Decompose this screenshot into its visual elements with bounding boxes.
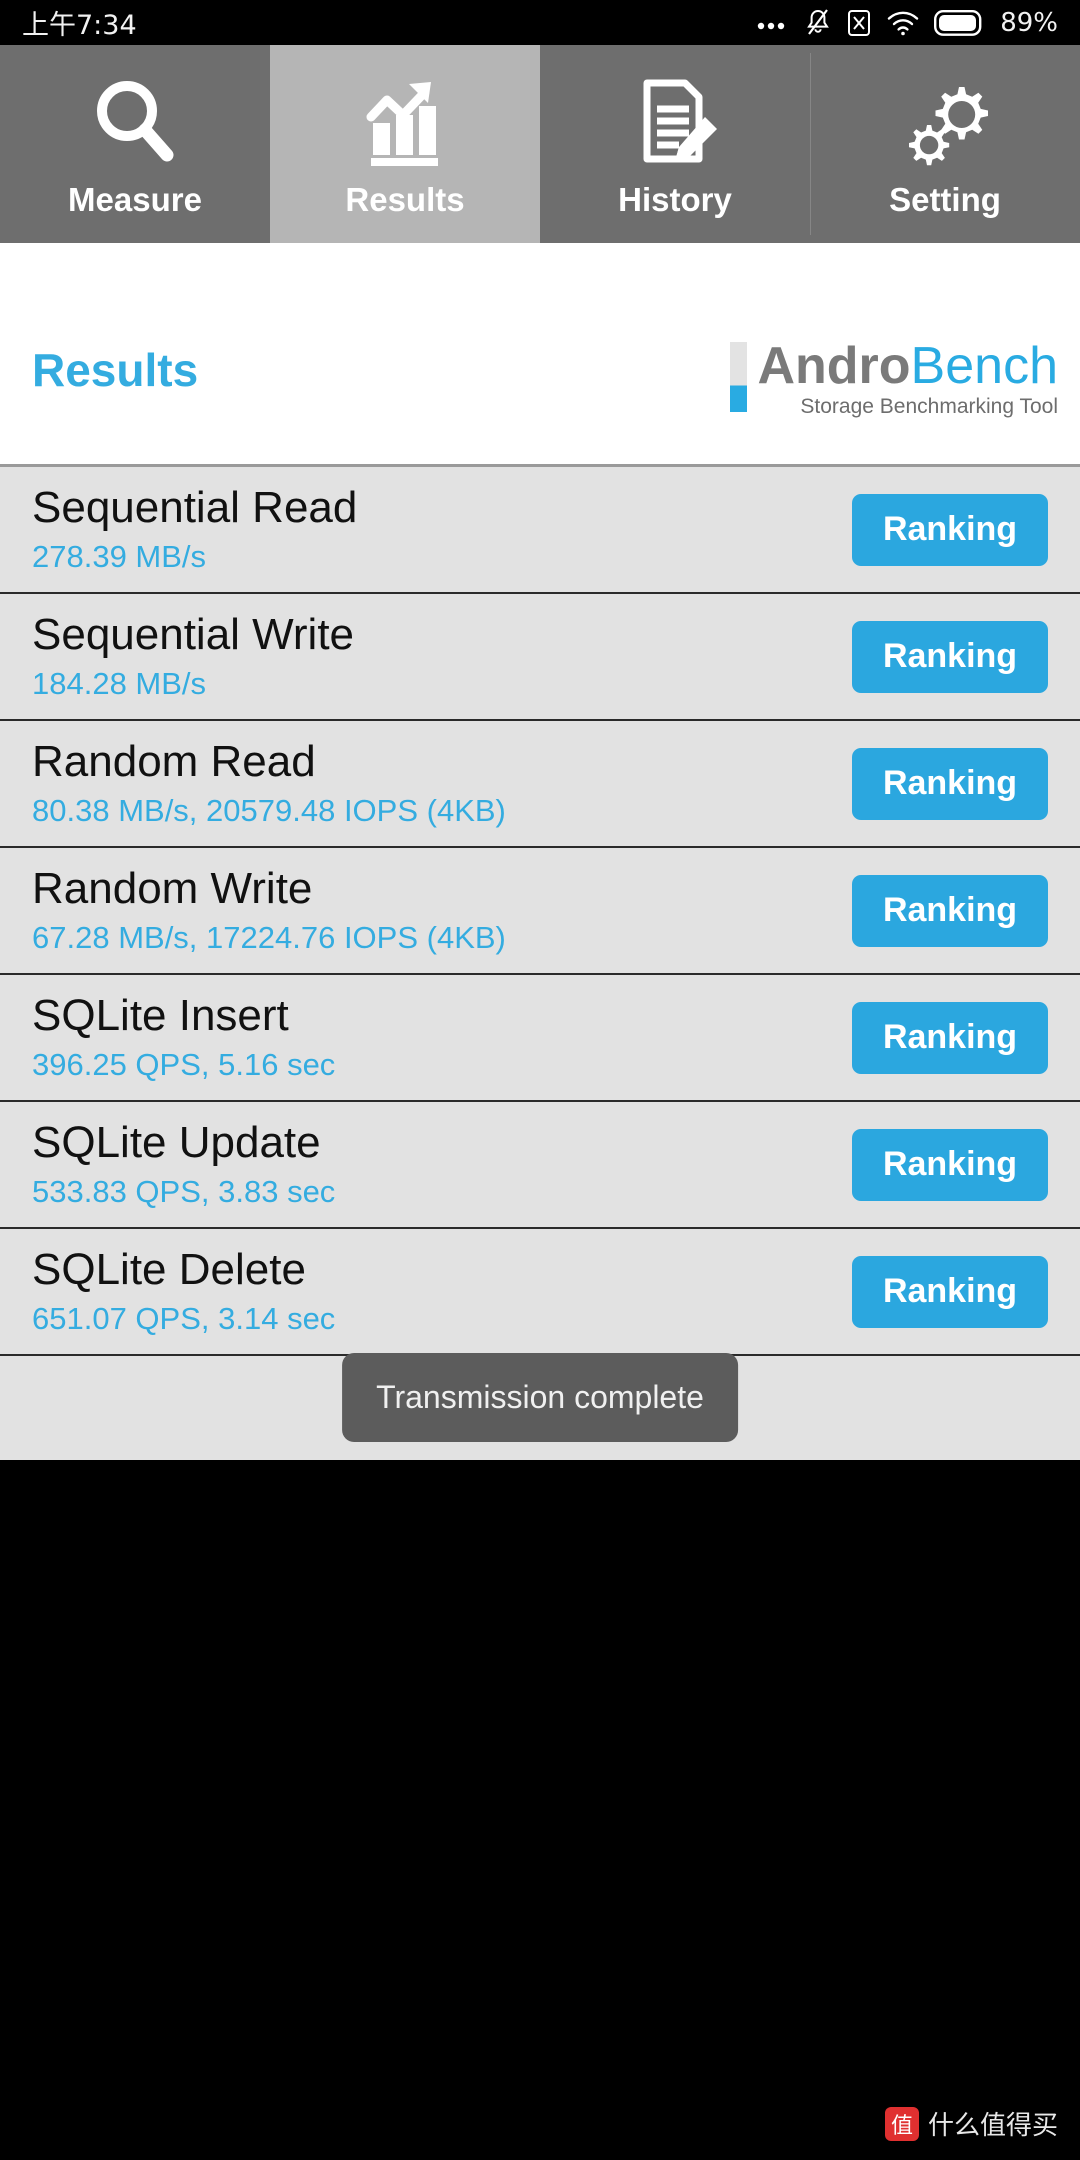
results-list: Sequential Read 278.39 MB/s Ranking Sequ… <box>0 467 1080 1460</box>
page-header: Results AndroBench Storage Benchmarking … <box>0 243 1080 467</box>
bar-chart-arrow-icon <box>357 71 453 171</box>
result-name: Random Read <box>32 736 316 786</box>
ranking-button[interactable]: Ranking <box>852 620 1048 693</box>
result-value: 80.38 MB/s, 20579.48 IOPS (4KB) <box>32 792 506 828</box>
result-text: Random Write 67.28 MB/s, 17224.76 IOPS (… <box>32 863 506 959</box>
logo-wordmark: AndroBench <box>757 339 1058 393</box>
result-text: SQLite Insert 396.25 QPS, 5.16 sec <box>32 990 335 1086</box>
table-row[interactable]: Random Write 67.28 MB/s, 17224.76 IOPS (… <box>0 848 1080 975</box>
tab-measure[interactable]: Measure <box>0 45 270 243</box>
result-value: 533.83 QPS, 3.83 sec <box>32 1173 336 1209</box>
status-icons: 89% <box>756 8 1058 38</box>
logo-primary: Andro <box>757 337 911 395</box>
table-row[interactable]: Sequential Write 184.28 MB/s Ranking <box>0 594 1080 721</box>
watermark: 值 什么值得买 <box>884 2105 1058 2142</box>
tab-bar: Measure Results History Setting <box>0 45 1080 243</box>
ranking-button[interactable]: Ranking <box>852 493 1048 566</box>
ranking-button[interactable]: Ranking <box>852 747 1048 820</box>
document-pencil-icon <box>627 71 723 171</box>
result-text: Sequential Write 184.28 MB/s <box>32 609 354 705</box>
tab-setting[interactable]: Setting <box>810 45 1080 243</box>
tab-history-label: History <box>618 181 732 218</box>
wifi-icon <box>886 9 920 37</box>
logo-secondary: Bench <box>910 337 1058 395</box>
result-value: 184.28 MB/s <box>32 665 207 701</box>
result-value: 67.28 MB/s, 17224.76 IOPS (4KB) <box>32 919 506 955</box>
table-row[interactable]: SQLite Delete 651.07 QPS, 3.14 sec Ranki… <box>0 1229 1080 1356</box>
watermark-text: 什么值得买 <box>927 2111 1058 2141</box>
result-name: Random Write <box>32 863 313 913</box>
table-row[interactable]: Random Read 80.38 MB/s, 20579.48 IOPS (4… <box>0 721 1080 848</box>
battery-percent: 89% <box>1000 7 1058 38</box>
gears-icon <box>897 71 993 171</box>
watermark-badge-icon: 值 <box>884 2106 919 2141</box>
result-text: SQLite Update 533.83 QPS, 3.83 sec <box>32 1117 335 1213</box>
tab-history[interactable]: History <box>540 45 810 243</box>
result-name: SQLite Delete <box>32 1244 306 1294</box>
logo-bar-icon <box>730 342 748 412</box>
toast-message: Transmission complete <box>342 1353 738 1442</box>
more-dots-icon <box>756 13 790 33</box>
result-text: Sequential Read 278.39 MB/s <box>32 482 357 578</box>
table-row[interactable]: SQLite Insert 396.25 QPS, 5.16 sec Ranki… <box>0 975 1080 1102</box>
status-bar: 上午7:34 89% <box>0 0 1080 45</box>
table-row[interactable]: Sequential Read 278.39 MB/s Ranking <box>0 467 1080 594</box>
logo-tagline: Storage Benchmarking Tool <box>800 395 1058 418</box>
result-value: 651.07 QPS, 3.14 sec <box>32 1300 336 1336</box>
tab-results[interactable]: Results <box>270 45 540 243</box>
result-text: Random Read 80.38 MB/s, 20579.48 IOPS (4… <box>32 736 506 832</box>
bell-muted-icon <box>804 8 832 38</box>
result-text: SQLite Delete 651.07 QPS, 3.14 sec <box>32 1244 335 1340</box>
logo-text: AndroBench Storage Benchmarking Tool <box>757 339 1058 419</box>
ranking-button[interactable]: Ranking <box>852 874 1048 947</box>
result-name: SQLite Update <box>32 1117 321 1167</box>
app-screen: 上午7:34 89% Measure Results History Setti… <box>0 0 1080 2160</box>
result-name: Sequential Read <box>32 482 358 532</box>
tab-setting-label: Setting <box>889 181 1001 218</box>
bottom-bar: 值 什么值得买 <box>0 1460 1080 2160</box>
ranking-button[interactable]: Ranking <box>852 1255 1048 1328</box>
tab-measure-label: Measure <box>68 181 202 218</box>
status-time: 上午7:34 <box>22 10 137 41</box>
ranking-button[interactable]: Ranking <box>852 1128 1048 1201</box>
tab-results-label: Results <box>345 181 465 218</box>
result-name: SQLite Insert <box>32 990 289 1040</box>
sim-x-icon <box>846 8 872 38</box>
result-value: 278.39 MB/s <box>32 538 207 574</box>
result-value: 396.25 QPS, 5.16 sec <box>32 1046 336 1082</box>
page-title: Results <box>32 344 199 396</box>
ranking-button[interactable]: Ranking <box>852 1001 1048 1074</box>
battery-icon <box>934 9 982 36</box>
androbench-logo: AndroBench Storage Benchmarking Tool <box>730 339 1058 419</box>
result-name: Sequential Write <box>32 609 355 659</box>
table-row[interactable]: SQLite Update 533.83 QPS, 3.83 sec Ranki… <box>0 1102 1080 1229</box>
magnifier-icon <box>87 71 183 171</box>
